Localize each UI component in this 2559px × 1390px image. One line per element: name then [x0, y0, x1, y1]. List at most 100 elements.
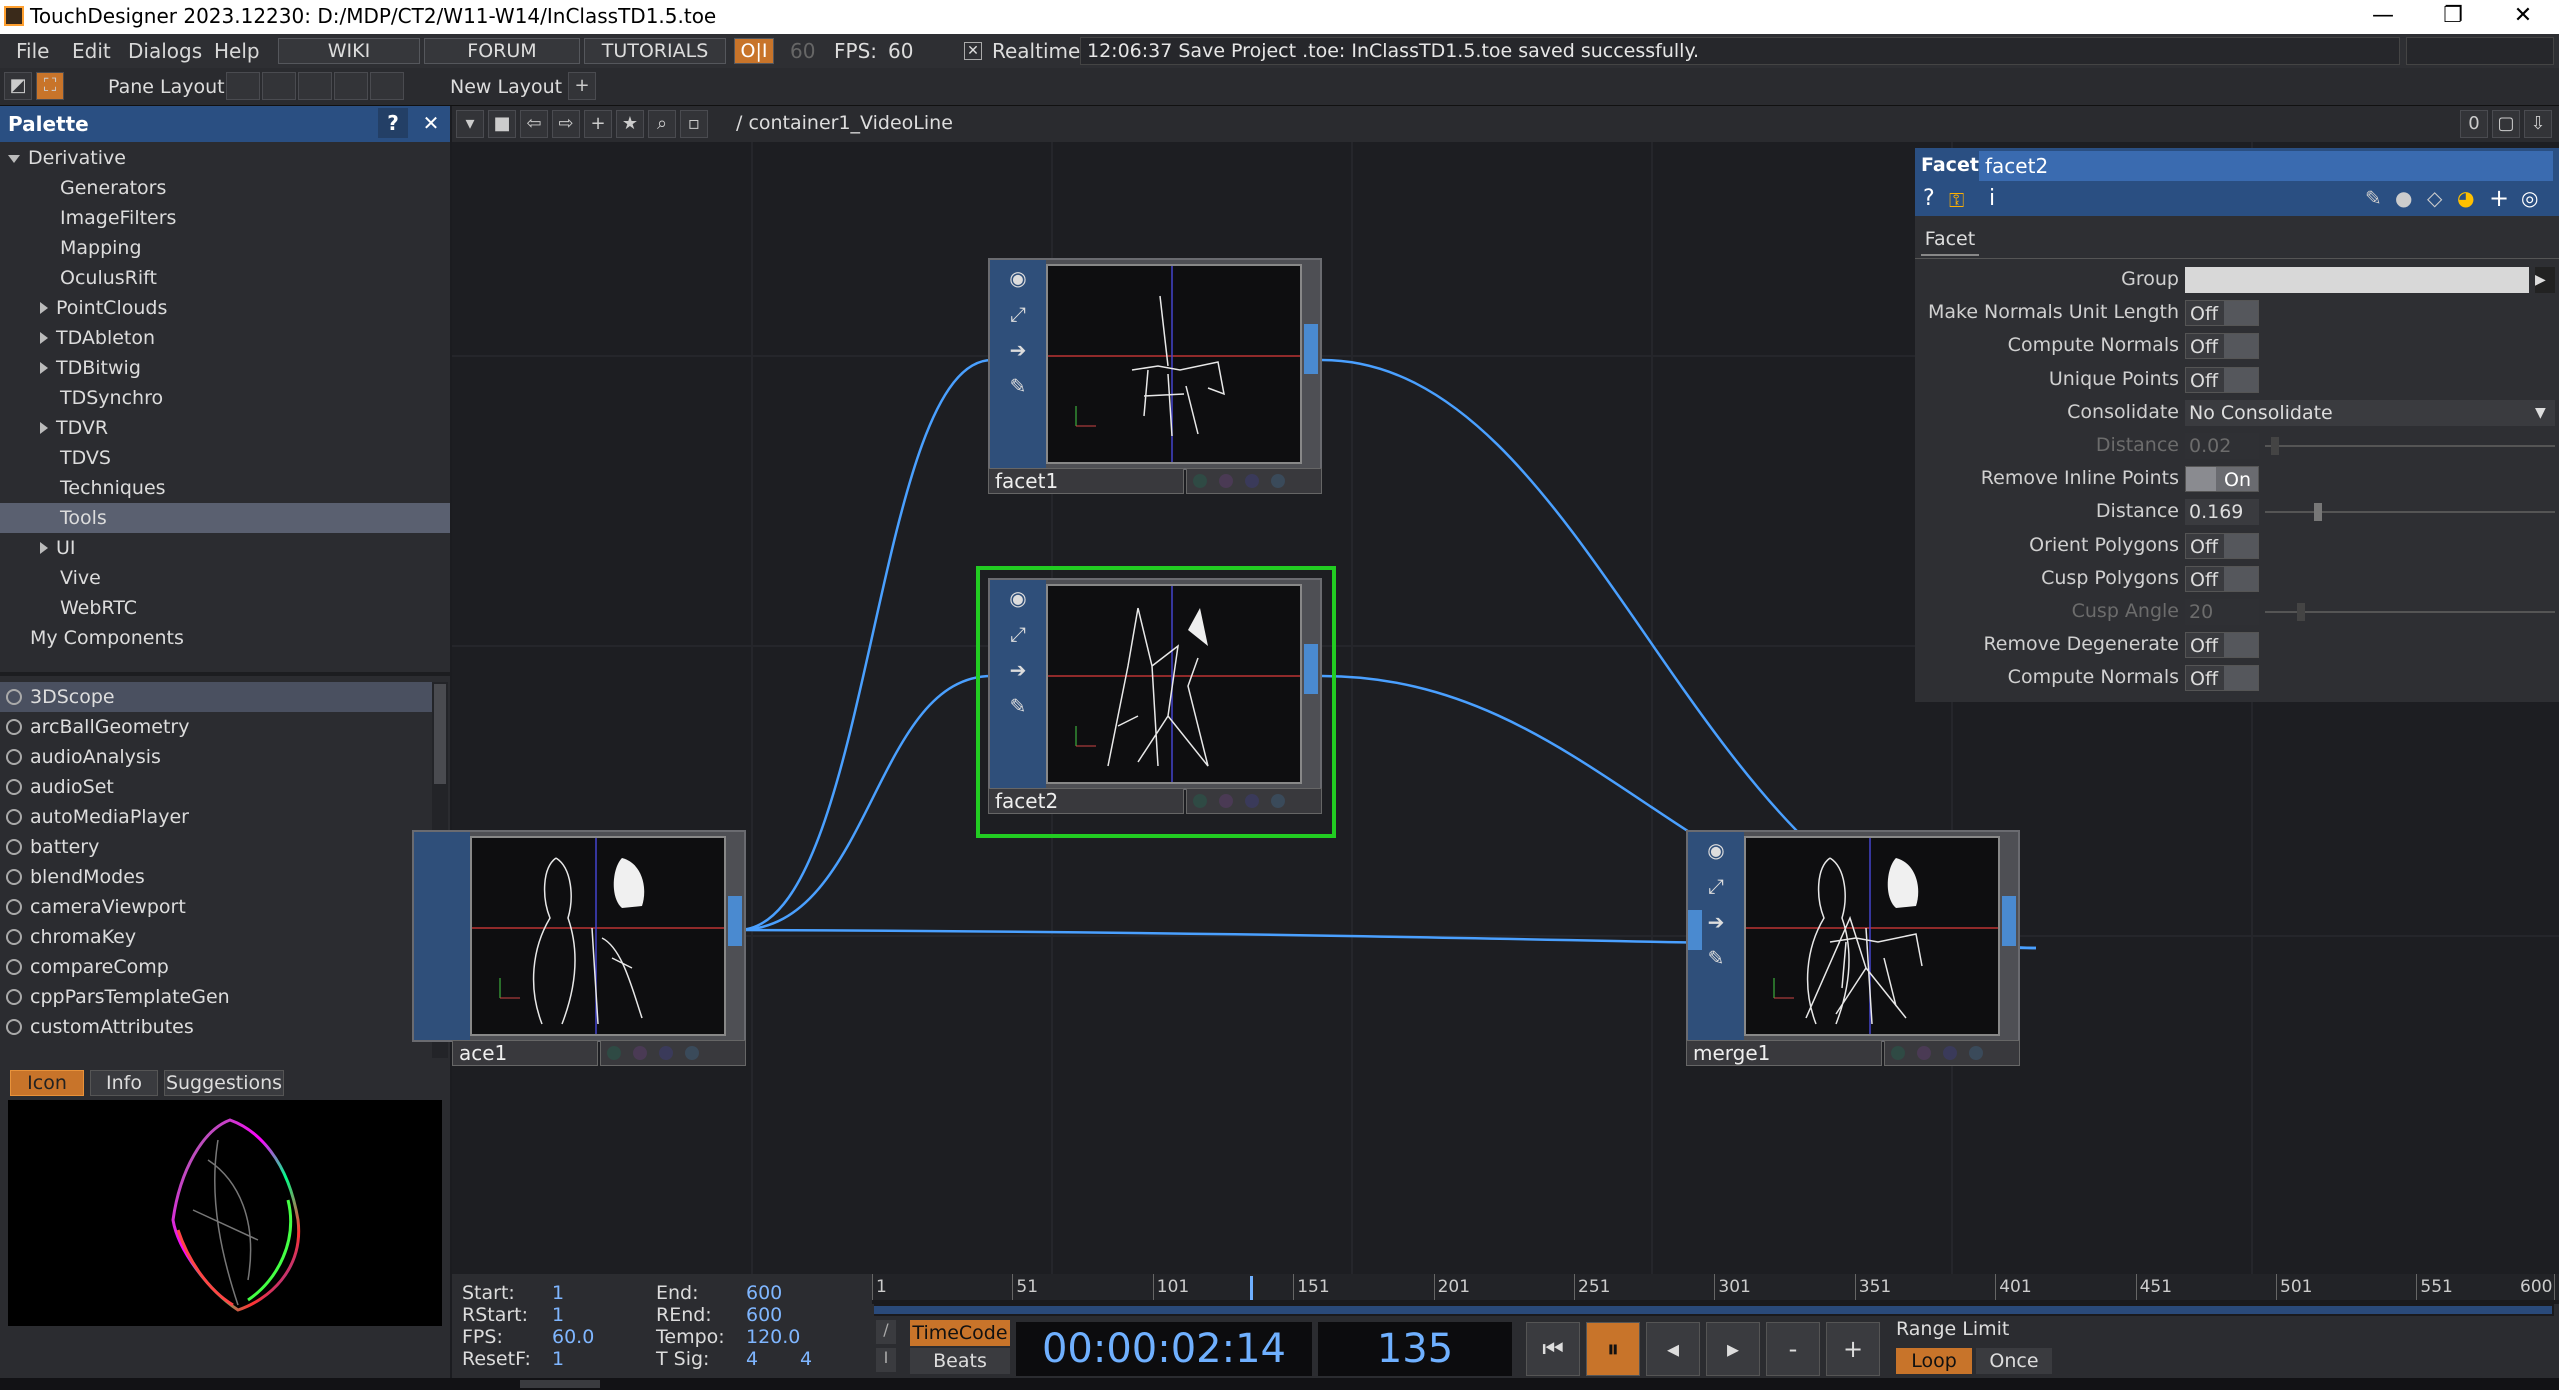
beats-toggle[interactable]: Beats [910, 1348, 1010, 1374]
settings-icon[interactable]: ◎ [2521, 186, 2538, 210]
tsig-a-value[interactable]: 4 [746, 1348, 758, 1370]
component-item[interactable]: battery [0, 832, 432, 862]
info-icon[interactable]: i [1989, 186, 1995, 211]
restore-button[interactable]: ❐ [2418, 0, 2488, 34]
merge1-viewer[interactable] [1744, 836, 2000, 1036]
pane-icon-a[interactable]: ◩ [4, 72, 32, 100]
param-toggle[interactable]: Off [2185, 366, 2259, 393]
layout-four-button[interactable] [370, 72, 404, 100]
param-toggle[interactable]: Off [2185, 333, 2259, 360]
component-item[interactable]: arcBallGeometry [0, 712, 432, 742]
layout-split-vertical-button[interactable] [262, 72, 296, 100]
slider-handle[interactable] [2297, 603, 2306, 621]
expand-arrow-icon[interactable] [40, 362, 48, 374]
palette-tree-item[interactable]: OculusRift [0, 263, 450, 293]
palette-tree-item[interactable]: TDSynchro [0, 383, 450, 413]
collapse-arrow-icon[interactable] [8, 154, 20, 163]
graph-icon[interactable]: ⤢ [1004, 622, 1032, 650]
node-label-facet2[interactable]: facet2 [988, 788, 1184, 814]
comment-icon[interactable]: ● [2395, 186, 2412, 210]
new-layout-label[interactable]: New Layout [450, 76, 562, 98]
rewind-to-start-icon[interactable]: ⏮ [1526, 1322, 1580, 1376]
param-field[interactable]: ▶ [2185, 267, 2555, 293]
tab-suggestions[interactable]: Suggestions [164, 1070, 284, 1096]
node-facet1[interactable]: ◉ ⤢ ➔ ✎ facet1 [988, 258, 1322, 494]
expand-arrow-icon[interactable] [40, 332, 48, 344]
once-button[interactable]: Once [1976, 1348, 2052, 1374]
timecode-mode-icon[interactable]: / [876, 1320, 896, 1344]
layout-split-horizontal-button[interactable] [298, 72, 332, 100]
python-help-icon[interactable]: ⚿ [1949, 188, 1964, 212]
arrow-right-icon[interactable]: ➔ [1004, 658, 1032, 686]
close-window-button[interactable]: ✕ [2488, 0, 2558, 34]
param-toggle[interactable]: Off [2185, 632, 2259, 659]
beats-mode-icon[interactable]: I [876, 1348, 896, 1372]
end-value[interactable]: 600 [746, 1282, 782, 1304]
slider-handle[interactable] [2270, 437, 2279, 455]
step-forward-icon[interactable]: ▸ [1706, 1322, 1760, 1376]
node-merge1[interactable]: ◉ ⤢ ➔ ✎ merge1 [1686, 830, 2020, 1066]
clear-icon[interactable]: ◇ [2427, 186, 2442, 210]
playhead[interactable] [1250, 1276, 1253, 1300]
palette-tree-item[interactable]: PointClouds [0, 293, 450, 323]
palette-tree-item[interactable]: Techniques [0, 473, 450, 503]
output-connector[interactable] [728, 896, 742, 946]
decrement-button[interactable]: - [1766, 1322, 1820, 1376]
component-item[interactable]: cameraViewport [0, 892, 432, 922]
range-bar[interactable] [874, 1304, 2554, 1316]
component-item[interactable]: audioSet [0, 772, 432, 802]
node-label-merge1[interactable]: merge1 [1686, 1040, 1882, 1066]
component-item[interactable]: audioAnalysis [0, 742, 432, 772]
slider-handle[interactable] [2314, 503, 2322, 522]
forward-arrow-icon[interactable]: ⇨ [552, 110, 580, 138]
pane-link-icon[interactable]: ▫ [680, 110, 708, 138]
node-flags[interactable] [1186, 468, 1322, 494]
network-path[interactable]: / container1_VideoLine [736, 112, 953, 134]
expand-arrow-icon[interactable] [40, 302, 48, 314]
edit-pencil-icon[interactable]: ✎ [2365, 186, 2382, 210]
pane-icon-b[interactable]: ⛶ [36, 72, 64, 100]
palette-tree-item[interactable]: ImageFilters [0, 203, 450, 233]
palette-tree-item[interactable]: Tools [0, 503, 450, 533]
node-label-facet1[interactable]: facet1 [988, 468, 1184, 494]
forum-button[interactable]: FORUM [424, 38, 580, 64]
field-arrow-icon[interactable]: ▶ [2535, 267, 2555, 293]
palette-tree-item[interactable]: TDBitwig [0, 353, 450, 383]
bookmark-star-icon[interactable]: ★ [616, 110, 644, 138]
param-toggle[interactable]: On [2185, 466, 2259, 493]
palette-close-button[interactable]: ✕ [416, 108, 446, 138]
graph-icon[interactable]: ⤢ [1004, 302, 1032, 330]
menu-edit[interactable]: Edit [72, 39, 111, 63]
input-connector[interactable] [1688, 910, 1702, 950]
palette-tree-item[interactable]: Mapping [0, 233, 450, 263]
palette-tree-item[interactable]: Generators [0, 173, 450, 203]
palette-tree-item[interactable]: UI [0, 533, 450, 563]
wiki-button[interactable]: WIKI [278, 38, 420, 64]
start-value[interactable]: 1 [552, 1282, 564, 1304]
param-toggle[interactable]: Off [2185, 300, 2259, 327]
loop-button[interactable]: Loop [1896, 1348, 1972, 1374]
python-icon[interactable]: ◕ [2457, 186, 2474, 210]
output-connector[interactable] [1304, 324, 1318, 374]
node-flags[interactable] [600, 1040, 746, 1066]
arrow-right-icon[interactable]: ➔ [1004, 338, 1032, 366]
timeline-ruler[interactable]: 1 51 101 151 201 251 301 351 401 451 501 551 600 [872, 1274, 2559, 1304]
output-connector[interactable] [2002, 896, 2016, 946]
component-item[interactable]: 3DScope [0, 682, 432, 712]
menu-chevron-down-icon[interactable]: ▾ [456, 110, 484, 138]
add-layout-button[interactable]: + [568, 72, 596, 100]
frame-display[interactable]: 135 [1318, 1322, 1512, 1376]
timecode-display[interactable]: 00:00:02:14 [1016, 1322, 1312, 1376]
component-item[interactable]: chromaKey [0, 922, 432, 952]
param-toggle[interactable]: Off [2185, 565, 2259, 592]
palette-tree-item[interactable]: Derivative [0, 143, 450, 173]
facet2-viewer[interactable] [1046, 584, 1302, 784]
node-face1[interactable]: ace1 [412, 830, 746, 1066]
tsig-b-value[interactable]: 4 [800, 1348, 812, 1370]
palette-tree-item[interactable]: TDAbleton [0, 323, 450, 353]
bottom-scroll-thumb[interactable] [520, 1380, 600, 1388]
timecode-toggle[interactable]: TimeCode [910, 1320, 1010, 1346]
param-toggle[interactable]: Off [2185, 665, 2259, 692]
face1-viewer[interactable] [470, 836, 726, 1036]
help-icon[interactable]: ? [1923, 186, 1935, 211]
